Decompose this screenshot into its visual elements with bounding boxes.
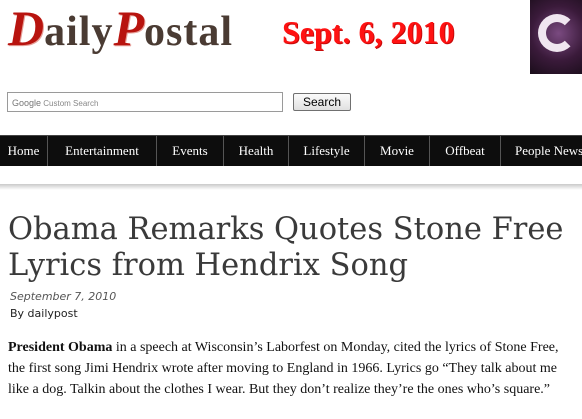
article-byline: By dailypost [10,307,78,320]
corner-brand-image [530,0,582,74]
article-title[interactable]: Obama Remarks Quotes Stone Free Lyrics f… [8,212,578,284]
main-nav: Home Entertainment Events Health Lifesty… [0,135,582,166]
nav-item-health[interactable]: Health [224,136,289,166]
nav-item-offbeat[interactable]: Offbeat [430,136,501,166]
nav-item-people-news[interactable]: People News [501,136,582,166]
nav-item-movie[interactable]: Movie [365,136,430,166]
search-placeholder-brand: Google [12,98,42,108]
logo-text-aily: aily [44,9,114,55]
c-logo-icon [538,14,576,52]
site-logo[interactable]: DailyPostal [8,0,233,56]
nav-item-lifestyle[interactable]: Lifestyle [289,136,365,166]
search-placeholder-text: Custom Search [43,99,99,108]
site-header: DailyPostal Sept. 6, 2010 [0,0,582,90]
article-date: September 7, 2010 [10,290,117,303]
search-button[interactable]: Search [293,93,351,111]
article-lead-bold: President Obama [8,340,113,355]
article-body: President Obama in a speech at Wisconsin… [8,337,578,400]
logo-initial-p: P [113,0,144,56]
edition-date: Sept. 6, 2010 [282,14,455,50]
nav-item-home[interactable]: Home [0,136,48,166]
nav-divider [0,184,582,190]
logo-initial-d: D [8,0,45,56]
nav-item-entertainment[interactable]: Entertainment [48,136,157,166]
nav-item-events[interactable]: Events [157,136,224,166]
logo-text-ostal: ostal [144,9,233,55]
search-input[interactable]: Google Custom Search [7,92,283,112]
